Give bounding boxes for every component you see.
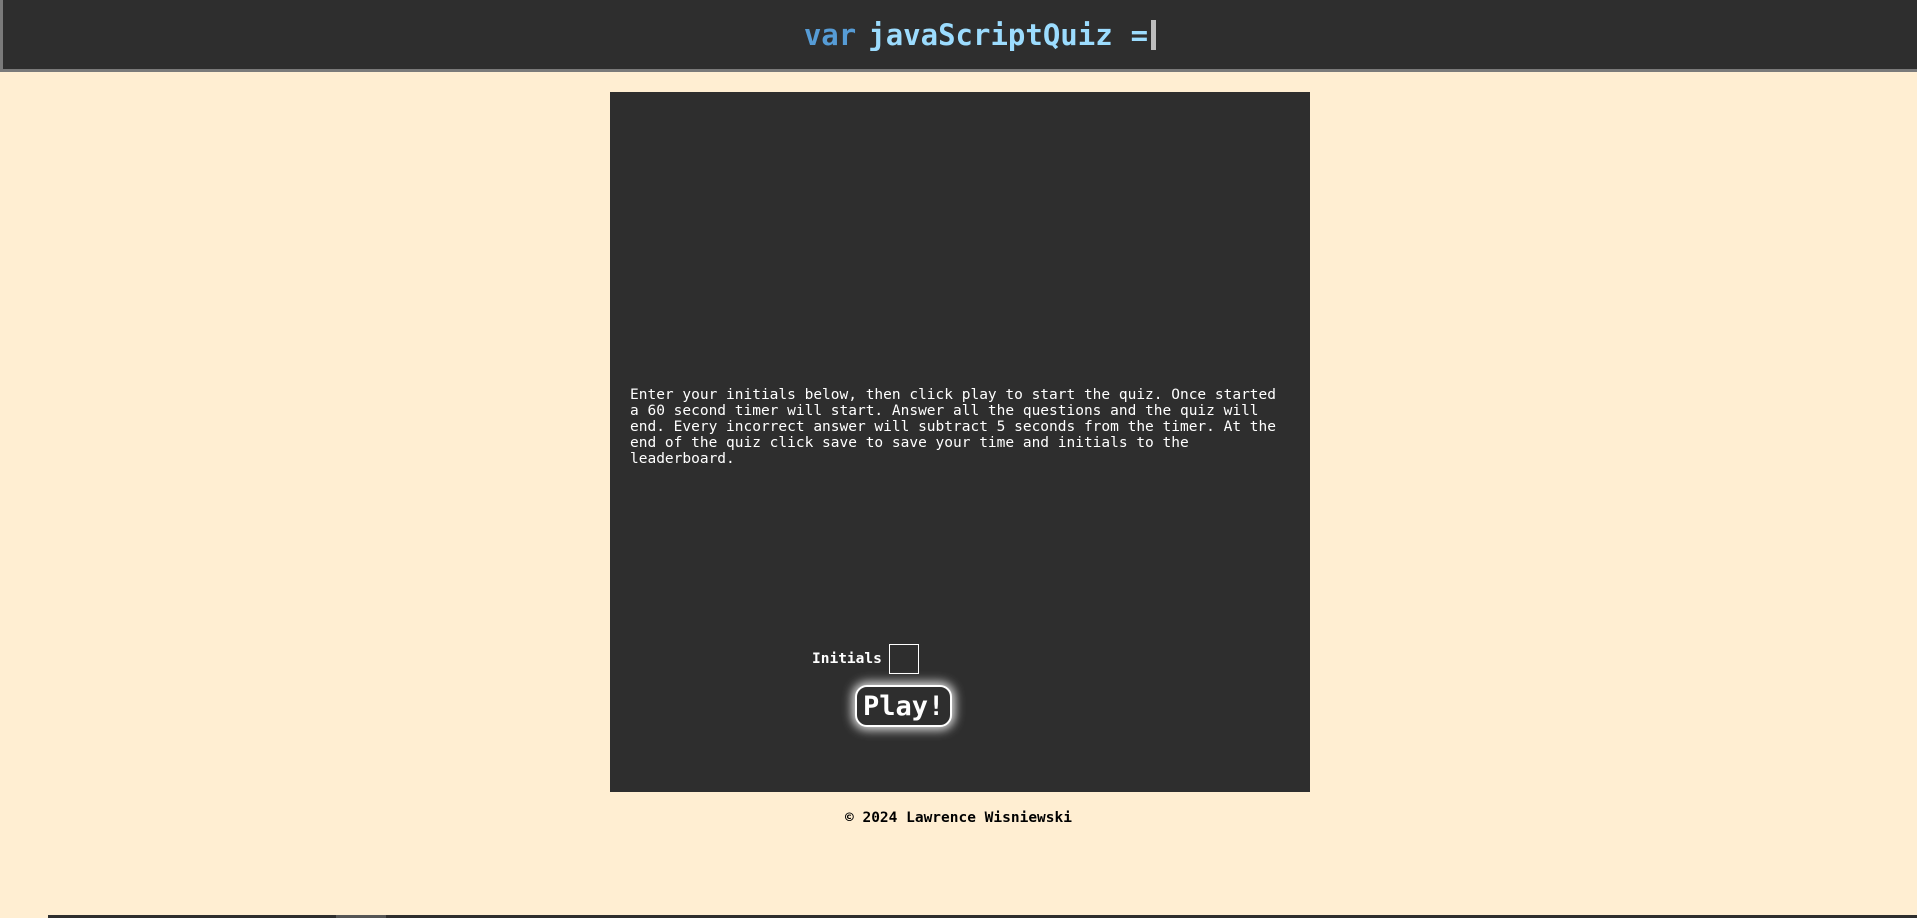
initials-label: Initials: [812, 651, 882, 667]
quiz-instructions: Enter your initials below, then click pl…: [630, 387, 1277, 467]
initials-row: Initials: [812, 644, 919, 674]
page-header: var javaScriptQuiz =: [0, 0, 1917, 72]
title-operator: =: [1130, 17, 1149, 52]
title-keyword: var: [803, 17, 857, 52]
text-cursor: [1151, 19, 1157, 50]
footer-copyright: © 2024 Lawrence Wisniewski: [845, 810, 1072, 826]
quiz-panel: Enter your initials below, then click pl…: [610, 92, 1310, 792]
title-identifier: javaScriptQuiz: [868, 17, 1113, 52]
page-title: var javaScriptQuiz =: [803, 17, 1157, 52]
initials-input[interactable]: [888, 644, 919, 674]
play-button[interactable]: Play!: [855, 685, 953, 727]
